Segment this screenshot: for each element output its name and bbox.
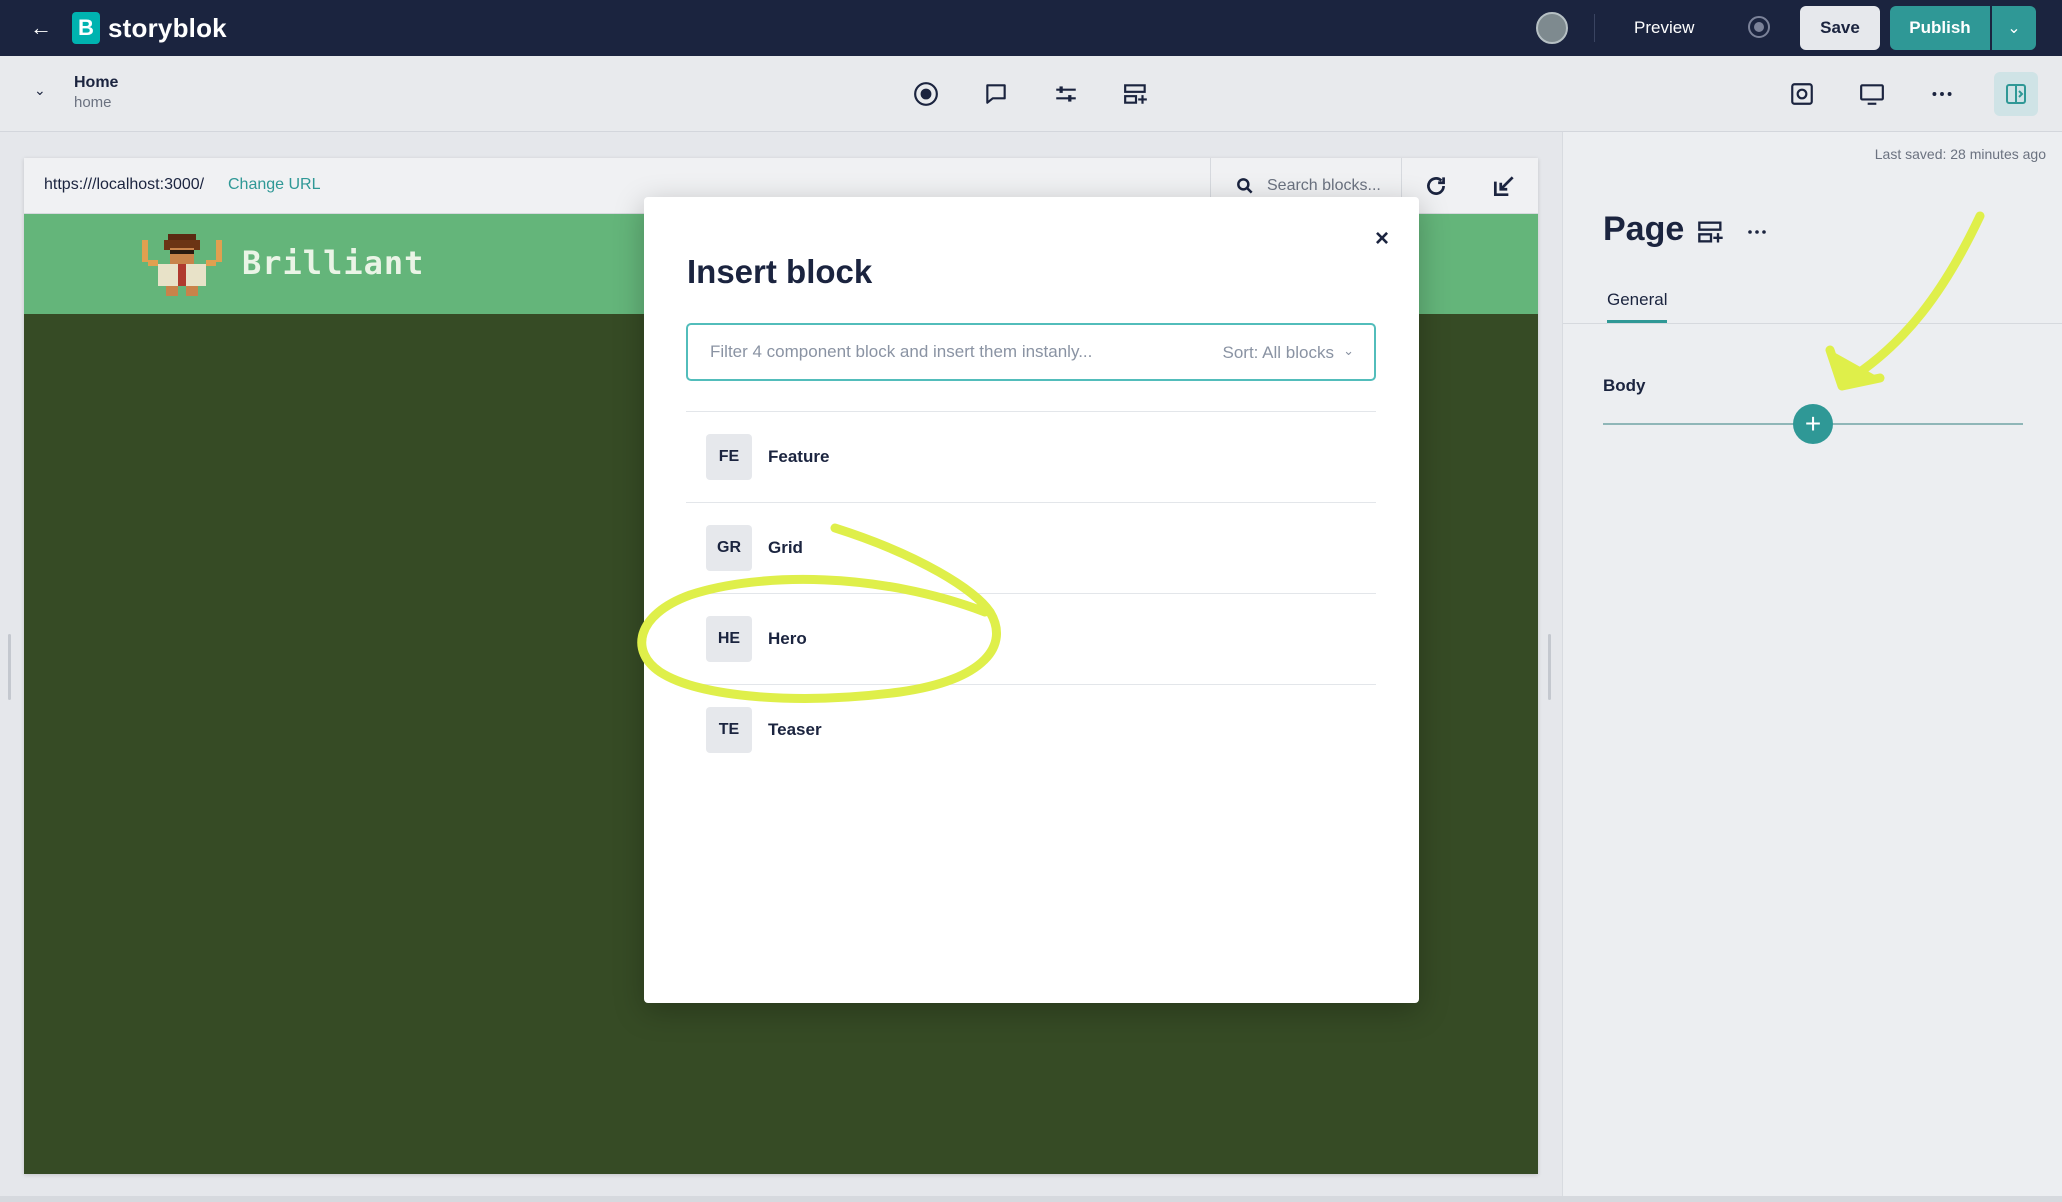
insert-block-icon[interactable]: [1122, 80, 1150, 108]
block-item-hero[interactable]: HE Hero: [686, 593, 1376, 684]
block-badge: TE: [706, 707, 752, 753]
screenshot-icon[interactable]: [1788, 80, 1816, 108]
publish-button[interactable]: Publish: [1890, 6, 1990, 50]
bottom-strip: [0, 1196, 2062, 1202]
more-icon[interactable]: [1745, 220, 1769, 244]
tab-general[interactable]: General: [1607, 290, 1668, 323]
divider: [1594, 14, 1595, 42]
record-icon[interactable]: [912, 80, 940, 108]
block-name: Hero: [768, 629, 807, 648]
block-name: Feature: [768, 447, 830, 466]
storyblok-logo[interactable]: B storyblok: [72, 12, 227, 44]
site-name: Brilliant: [242, 244, 425, 282]
save-button[interactable]: Save: [1800, 6, 1880, 50]
block-filter: Sort: All blocks ⌄: [686, 323, 1376, 381]
close-icon[interactable]: ×: [1375, 225, 1389, 253]
component-title: Page: [1603, 210, 1685, 248]
reload-icon[interactable]: [1422, 172, 1450, 200]
story-toolbar: ⌄ Home home: [0, 56, 2062, 132]
insert-block-modal: × Insert block Sort: All blocks ⌄ FE Fea…: [644, 197, 1419, 1003]
search-placeholder: Search blocks...: [1267, 177, 1381, 194]
resize-handle-left[interactable]: [8, 634, 11, 700]
block-list: FE Feature GR Grid HE Hero TE Teaser: [686, 411, 1376, 775]
more-icon[interactable]: [1928, 80, 1956, 108]
desktop-icon[interactable]: [1858, 80, 1886, 108]
block-item-feature[interactable]: FE Feature: [686, 411, 1376, 502]
preview-url: https:///localhost:3000/: [44, 176, 205, 193]
panel-tabs: General: [1563, 282, 2062, 324]
block-item-grid[interactable]: GR Grid: [686, 502, 1376, 593]
sliders-icon[interactable]: [1052, 80, 1080, 108]
panel-toggle-icon[interactable]: [1994, 72, 2038, 116]
block-name: Grid: [768, 538, 803, 557]
last-saved-text: Last saved: 28 minutes ago: [1874, 146, 2046, 162]
modal-title: Insert block: [687, 253, 873, 290]
story-title[interactable]: Home: [74, 74, 118, 92]
chevron-down-icon[interactable]: ⌄: [1343, 343, 1354, 359]
block-name: Teaser: [768, 720, 822, 739]
chevron-down-icon[interactable]: ⌄: [34, 82, 46, 99]
insert-block-icon[interactable]: [1697, 218, 1725, 246]
brand-name: storyblok: [108, 12, 227, 43]
content-panel: Last saved: 28 minutes ago Page General …: [1562, 132, 2062, 1202]
top-bar: ← B storyblok Preview Save Publish ⌄: [0, 0, 2062, 56]
preview-button[interactable]: Preview: [1620, 14, 1708, 42]
edit-mode-icon[interactable]: [1490, 172, 1518, 200]
search-icon: [1237, 178, 1253, 194]
add-block-button[interactable]: +: [1793, 404, 1833, 444]
story-slug: home: [74, 94, 112, 111]
block-badge: FE: [706, 434, 752, 480]
back-arrow-icon[interactable]: ←: [30, 16, 54, 40]
component-actions: [1697, 218, 1769, 246]
publish-dropdown-chevron-icon[interactable]: ⌄: [1992, 6, 2036, 50]
block-badge: GR: [706, 525, 752, 571]
comment-icon[interactable]: [982, 80, 1010, 108]
user-avatar[interactable]: [1536, 12, 1568, 44]
block-filter-input[interactable]: [688, 325, 1198, 379]
block-item-teaser[interactable]: TE Teaser: [686, 684, 1376, 775]
resize-handle-right[interactable]: [1548, 634, 1551, 700]
sort-dropdown[interactable]: Sort: All blocks: [1223, 343, 1335, 363]
logo-mark: B: [72, 12, 100, 44]
body-field-label: Body: [1603, 376, 1646, 395]
site-logo-character: [142, 234, 222, 296]
change-url-link[interactable]: Change URL: [228, 176, 321, 194]
block-badge: HE: [706, 616, 752, 662]
status-indicator-icon[interactable]: [1748, 16, 1770, 38]
